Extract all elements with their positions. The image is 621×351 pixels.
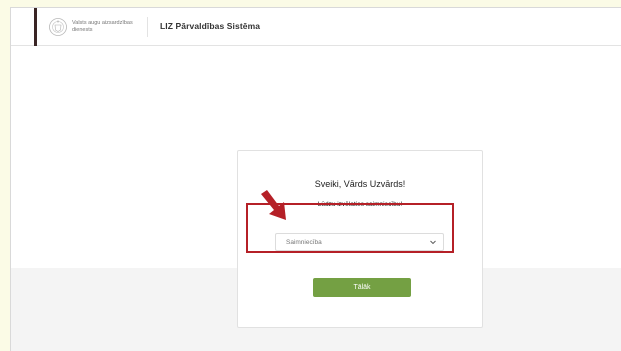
organization-name: Valsts augu aizsardzības dienests [72, 20, 133, 33]
coat-of-arms-logo [49, 18, 67, 36]
header-divider [147, 17, 148, 37]
app-window: Valsts augu aizsardzības dienests LIZ Pā… [10, 7, 621, 351]
next-button[interactable]: Tālāk [313, 278, 411, 297]
app-title: LIZ Pārvaldības Sistēma [160, 21, 261, 31]
annotation-arrow-icon [261, 190, 286, 220]
top-header: Valsts augu aizsardzības dienests LIZ Pā… [11, 8, 621, 46]
brand-bar [34, 8, 37, 46]
